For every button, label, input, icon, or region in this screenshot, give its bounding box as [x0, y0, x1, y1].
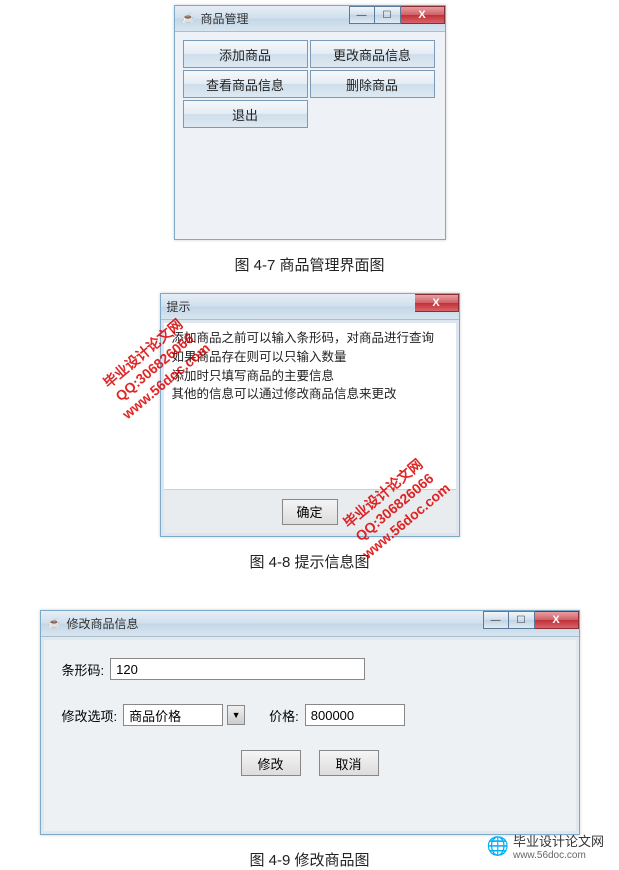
view-product-button[interactable]: 查看商品信息: [183, 70, 308, 98]
dropdown-arrow-icon[interactable]: ▼: [227, 705, 245, 725]
window-content: 条形码: 修改选项: 商品价格 ▼ 价格: 修改 取消: [41, 637, 579, 834]
price-label: 价格:: [269, 706, 299, 725]
barcode-label: 条形码:: [62, 660, 105, 679]
option-selected-value: 商品价格: [129, 706, 181, 725]
cancel-button[interactable]: 取消: [319, 750, 379, 776]
message-line: 如果商品存在则可以只输入数量: [172, 348, 448, 367]
footer-logo: 🌐 毕业设计论文网 www.56doc.com: [487, 831, 604, 861]
close-button[interactable]: X: [415, 294, 459, 312]
window-title: 商品管理: [201, 10, 249, 27]
barcode-row: 条形码:: [62, 658, 558, 680]
prompt-window: 提示 X 添加商品之前可以输入条形码，对商品进行查询 如果商品存在则可以只输入数…: [160, 293, 460, 537]
button-grid: 添加商品 更改商品信息 查看商品信息 删除商品 退出: [178, 35, 442, 133]
message-line: 添加商品之前可以输入条形码，对商品进行查询: [172, 329, 448, 348]
globe-icon: 🌐: [487, 836, 509, 857]
option-select[interactable]: 商品价格: [123, 704, 223, 726]
message-line: 其他的信息可以通过修改商品信息来更改: [172, 385, 448, 404]
product-management-window: ☕ 商品管理 — ☐ X 添加商品 更改商品信息 查看商品信息 删除商品 退出: [174, 5, 446, 240]
window-title: 提示: [167, 298, 191, 315]
exit-button[interactable]: 退出: [183, 100, 308, 128]
titlebar: ☕ 商品管理 — ☐ X: [175, 6, 445, 32]
close-button[interactable]: X: [401, 6, 445, 24]
modify-product-window: ☕ 修改商品信息 — ☐ X 条形码: 修改选项: 商品价格 ▼ 价格: 修改 …: [40, 610, 580, 835]
option-row: 修改选项: 商品价格 ▼ 价格:: [62, 704, 558, 726]
footer-url: www.56doc.com: [513, 850, 604, 861]
add-product-button[interactable]: 添加商品: [183, 40, 308, 68]
window-content: 添加商品 更改商品信息 查看商品信息 删除商品 退出: [175, 32, 445, 239]
maximize-button[interactable]: ☐: [375, 6, 401, 24]
dialog-footer: 确定: [164, 489, 456, 533]
option-label: 修改选项:: [62, 706, 118, 725]
window-title: 修改商品信息: [67, 615, 139, 632]
modify-button[interactable]: 修改: [241, 750, 301, 776]
window-content: 添加商品之前可以输入条形码，对商品进行查询 如果商品存在则可以只输入数量 添加时…: [161, 320, 459, 536]
minimize-button[interactable]: —: [483, 611, 509, 629]
footer-title: 毕业设计论文网: [513, 834, 604, 849]
java-icon: ☕: [181, 11, 197, 27]
maximize-button[interactable]: ☐: [509, 611, 535, 629]
close-button[interactable]: X: [535, 611, 579, 629]
titlebar: 提示 X: [161, 294, 459, 320]
minimize-button[interactable]: —: [349, 6, 375, 24]
action-row: 修改 取消: [62, 750, 558, 776]
figure-caption-2: 图 4-8 提示信息图: [0, 551, 619, 572]
price-input[interactable]: [305, 704, 405, 726]
delete-product-button[interactable]: 删除商品: [310, 70, 435, 98]
barcode-input[interactable]: [110, 658, 365, 680]
window-controls: — ☐ X: [349, 6, 445, 31]
titlebar: ☕ 修改商品信息 — ☐ X: [41, 611, 579, 637]
edit-product-button[interactable]: 更改商品信息: [310, 40, 435, 68]
figure-caption-1: 图 4-7 商品管理界面图: [0, 254, 619, 275]
window-controls: — ☐ X: [483, 611, 579, 636]
window-controls: X: [415, 294, 459, 319]
ok-button[interactable]: 确定: [282, 499, 338, 525]
message-text: 添加商品之前可以输入条形码，对商品进行查询 如果商品存在则可以只输入数量 添加时…: [164, 323, 456, 489]
java-icon: ☕: [47, 616, 63, 632]
message-line: 添加时只填写商品的主要信息: [172, 367, 448, 386]
